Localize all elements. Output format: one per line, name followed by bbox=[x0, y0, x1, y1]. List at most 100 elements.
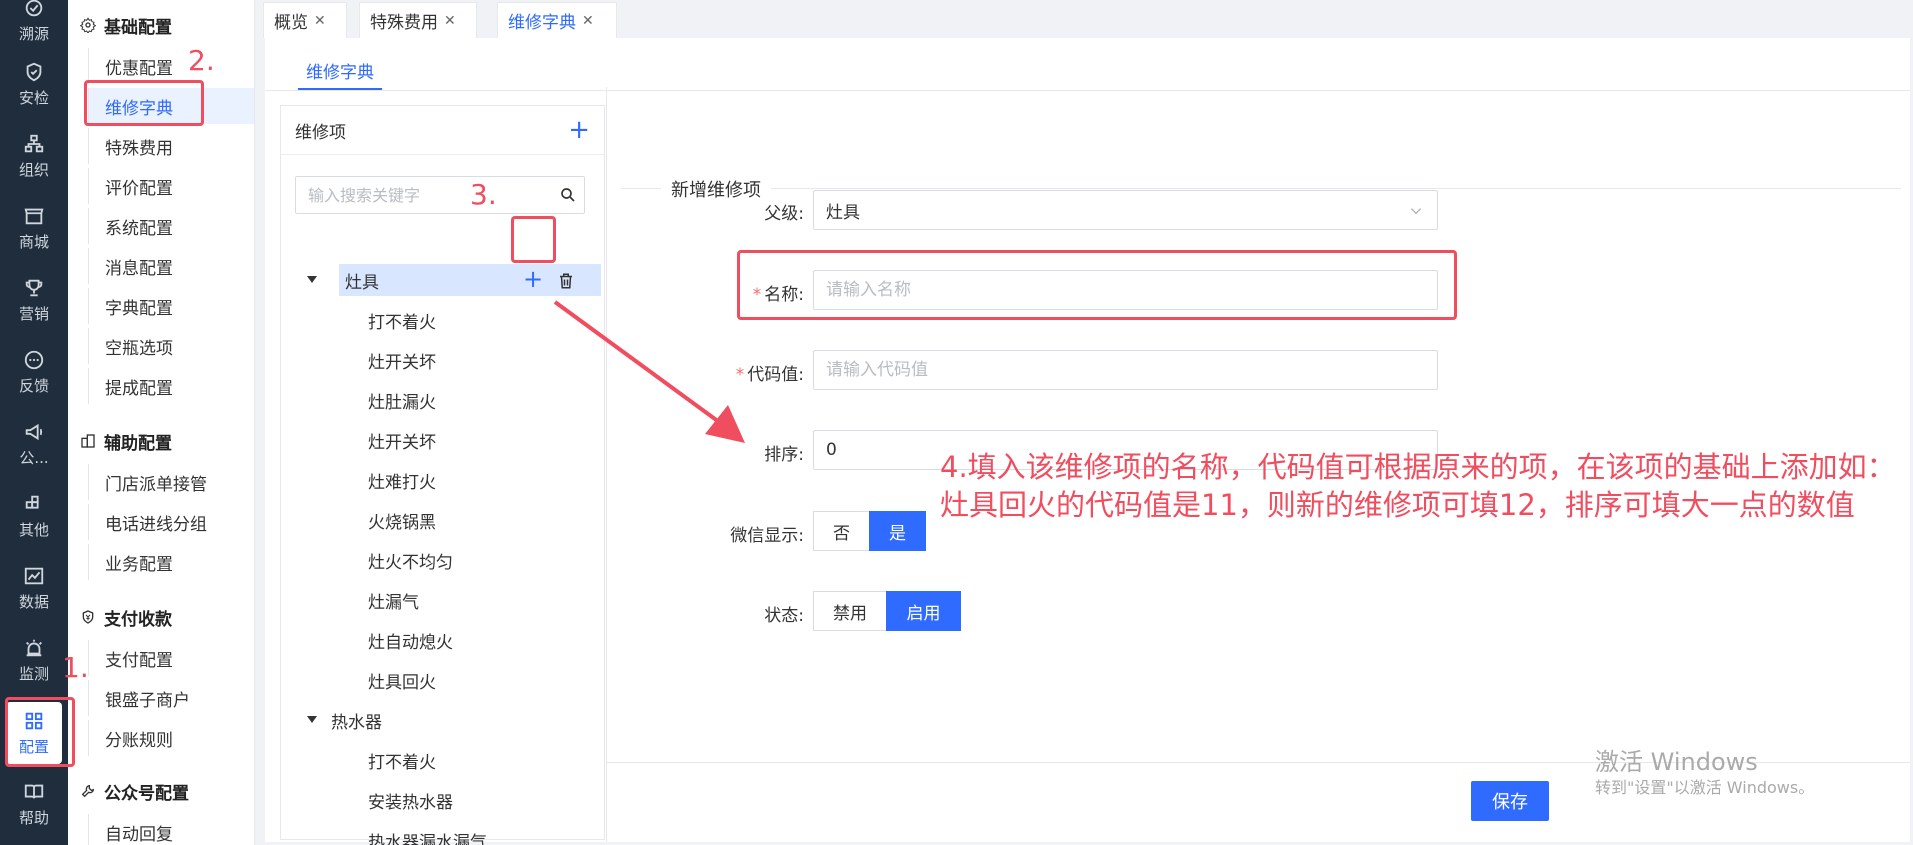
repair-tree-panel: 维修项 + 灶具 + 打不着火 灶开关坏 灶肚漏火 灶开关坏 灶难打火 火烧锅黑… bbox=[280, 105, 605, 845]
status-disabled-option[interactable]: 禁用 bbox=[813, 591, 887, 631]
chevron-down-icon[interactable] bbox=[307, 716, 317, 723]
menu-item-store-dispatch[interactable]: 门店派单接管 bbox=[88, 464, 254, 500]
status-enabled-option[interactable]: 启用 bbox=[886, 591, 961, 631]
annotation-step-1: 1. bbox=[62, 651, 89, 684]
tab-repair-dict[interactable]: 维修字典 ✕ bbox=[497, 2, 617, 38]
menu-item-discount[interactable]: 优惠配置 bbox=[88, 48, 254, 84]
chevron-down-icon[interactable] bbox=[307, 276, 317, 283]
rail-item-store[interactable]: 商城 bbox=[0, 194, 68, 262]
annotation-step-2: 2. bbox=[188, 44, 215, 77]
menu-group-title: 辅助配置 bbox=[104, 433, 172, 454]
menu-item-dictionary[interactable]: 字典配置 bbox=[88, 288, 254, 324]
annotation-box-add-child bbox=[511, 216, 556, 263]
rail-label: 商城 bbox=[18, 232, 49, 251]
rail-label: 组织 bbox=[18, 160, 49, 179]
rail-item-security[interactable]: 安检 bbox=[0, 50, 68, 118]
subtab-repair-dict[interactable]: 维修字典 bbox=[298, 52, 382, 90]
tab-label: 特殊费用 bbox=[370, 13, 438, 33]
tree-node-stove[interactable]: 灶具 bbox=[345, 263, 379, 297]
rail-label: 数据 bbox=[18, 592, 49, 611]
menu-group-auxiliary[interactable]: 辅助配置 bbox=[80, 426, 172, 456]
menu-item-business[interactable]: 业务配置 bbox=[88, 544, 254, 580]
menu-item-system[interactable]: 系统配置 bbox=[88, 208, 254, 244]
code-input[interactable] bbox=[813, 350, 1438, 390]
status-label: 状态: bbox=[764, 606, 804, 626]
tree-leaf[interactable]: 灶漏气 bbox=[368, 583, 419, 617]
rail-item-other[interactable]: 其他 bbox=[0, 482, 68, 550]
chat-bubble-icon bbox=[24, 350, 44, 369]
tree-search-input[interactable] bbox=[295, 176, 585, 214]
tree-leaf[interactable]: 灶开关坏 bbox=[368, 343, 436, 377]
rail-label: 监测 bbox=[18, 664, 49, 683]
rail-label: 营销 bbox=[18, 304, 49, 323]
menu-item-message[interactable]: 消息配置 bbox=[88, 248, 254, 284]
search-icon[interactable] bbox=[559, 186, 577, 204]
tree-leaf[interactable]: 灶肚漏火 bbox=[368, 383, 436, 417]
menu-item-payment-config[interactable]: 支付配置 bbox=[88, 640, 254, 676]
annotation-box-repair-dict bbox=[84, 80, 204, 126]
rail-label: 帮助 bbox=[18, 808, 49, 827]
tree-leaf[interactable]: 灶具回火 bbox=[368, 663, 436, 697]
trash-icon[interactable] bbox=[557, 272, 575, 290]
tab-label: 概览 bbox=[274, 13, 308, 33]
menu-item-special-fee[interactable]: 特殊费用 bbox=[88, 128, 254, 164]
rail-item-org[interactable]: 组织 bbox=[0, 122, 68, 190]
tree-leaf[interactable]: 灶自动熄火 bbox=[368, 623, 453, 657]
rail-item-feedback[interactable]: 反馈 bbox=[0, 338, 68, 406]
menu-group-payment[interactable]: 支付收款 bbox=[80, 602, 172, 632]
tree-leaf[interactable]: 打不着火 bbox=[368, 743, 436, 777]
parent-label: 父级: bbox=[764, 204, 804, 224]
tree-leaf[interactable]: 火烧锅黑 bbox=[368, 503, 436, 537]
rail-item-marketing[interactable]: 营销 bbox=[0, 266, 68, 334]
menu-group-basic[interactable]: 基础配置 bbox=[80, 10, 172, 40]
windows-watermark-subtitle: 转到"设置"以激活 Windows。 bbox=[1595, 778, 1815, 797]
add-root-button[interactable]: + bbox=[568, 117, 590, 143]
rail-item-help[interactable]: 帮助 bbox=[0, 770, 68, 838]
windows-watermark-title: 激活 Windows bbox=[1595, 748, 1758, 776]
annotation-box-name bbox=[737, 250, 1457, 320]
close-icon[interactable]: ✕ bbox=[444, 13, 456, 29]
menu-group-title: 支付收款 bbox=[104, 609, 172, 630]
menu-item-phone-group[interactable]: 电话进线分组 bbox=[88, 504, 254, 540]
tab-overview[interactable]: 概览 ✕ bbox=[263, 2, 347, 38]
trophy-icon bbox=[25, 279, 43, 296]
grid-plus-icon bbox=[25, 495, 39, 509]
tree-leaf[interactable]: 打不着火 bbox=[368, 303, 436, 337]
rail-item-trace[interactable]: 溯源 bbox=[0, 0, 68, 54]
rail-label: 其他 bbox=[18, 520, 49, 539]
tree-leaf[interactable]: 安装热水器 bbox=[368, 783, 453, 817]
wechat-yes-option[interactable]: 是 bbox=[869, 511, 926, 551]
rail-item-announce[interactable]: 公... bbox=[0, 410, 68, 478]
tree-leaf[interactable]: 热水器漏水漏气 bbox=[368, 823, 487, 845]
tree-leaf[interactable]: 灶开关坏 bbox=[368, 423, 436, 457]
parent-select-value: 灶具 bbox=[826, 202, 860, 223]
tab-bar: 概览 ✕ 特殊费用 ✕ 维修字典 ✕ bbox=[255, 0, 1913, 38]
tab-special-fee[interactable]: 特殊费用 ✕ bbox=[359, 2, 477, 38]
wechat-label: 微信显示: bbox=[730, 526, 804, 546]
rail-label: 溯源 bbox=[18, 24, 49, 43]
close-icon[interactable]: ✕ bbox=[582, 13, 594, 29]
rail-item-monitor[interactable]: 监测 bbox=[0, 626, 68, 694]
annotation-box-config bbox=[5, 697, 75, 767]
tree-leaf[interactable]: 灶火不均匀 bbox=[368, 543, 453, 577]
menu-group-wechat[interactable]: 公众号配置 bbox=[80, 776, 189, 806]
menu-item-auto-reply[interactable]: 自动回复 bbox=[88, 814, 254, 845]
wechat-no-option[interactable]: 否 bbox=[813, 511, 870, 551]
menu-item-commission[interactable]: 提成配置 bbox=[88, 368, 254, 404]
close-icon[interactable]: ✕ bbox=[314, 13, 326, 29]
annotation-step-3: 3. bbox=[470, 178, 497, 211]
save-button[interactable]: 保存 bbox=[1471, 781, 1549, 821]
menu-item-merchant[interactable]: 银盛子商户 bbox=[88, 680, 254, 716]
shield-check-icon bbox=[26, 62, 42, 81]
tree-node-water-heater[interactable]: 热水器 bbox=[331, 703, 382, 737]
menu-item-empty-bottle[interactable]: 空瓶选项 bbox=[88, 328, 254, 364]
parent-select[interactable]: 灶具 bbox=[813, 190, 1438, 230]
tree-leaf[interactable]: 灶难打火 bbox=[368, 463, 436, 497]
menu-item-review[interactable]: 评价配置 bbox=[88, 168, 254, 204]
gear-icon bbox=[80, 17, 96, 33]
rail-label: 安检 bbox=[18, 88, 49, 107]
menu-item-split-rule[interactable]: 分账规则 bbox=[88, 720, 254, 756]
menu-group-title: 公众号配置 bbox=[104, 783, 189, 804]
rail-item-data[interactable]: 数据 bbox=[0, 554, 68, 622]
annotation-step-4: 4.填入该维修项的名称，代码值可根据原来的项，在该项的基础上添加如：灶具回火的代… bbox=[940, 450, 1896, 522]
